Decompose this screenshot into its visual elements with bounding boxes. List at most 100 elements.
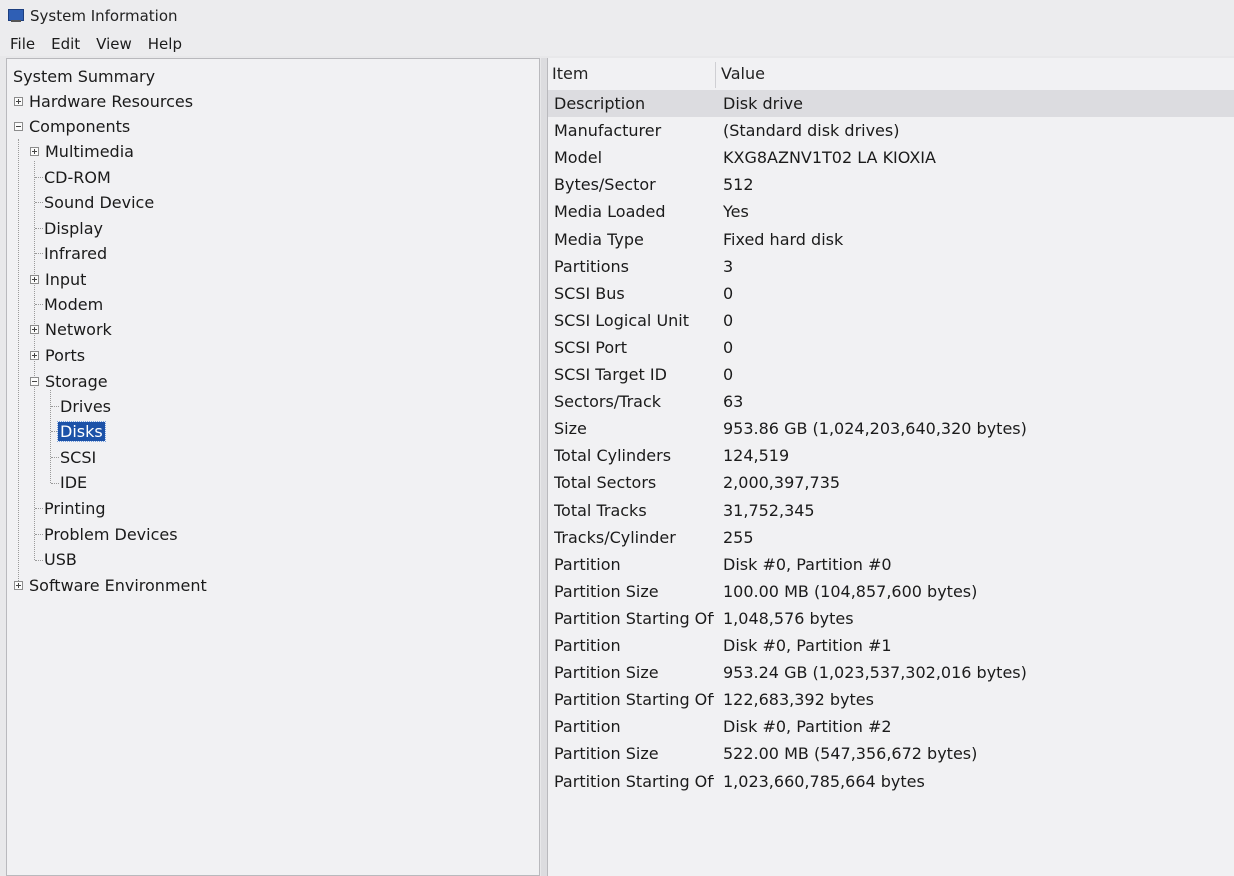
table-row[interactable]: Total Tracks 31,752,345 <box>548 497 1234 524</box>
row-item-cell: Total Cylinders <box>554 446 672 466</box>
tree-item-printing[interactable]: Printing <box>44 498 106 520</box>
tree-item-input[interactable]: Input <box>29 269 86 291</box>
row-item-cell: Sectors/Track <box>554 392 662 412</box>
table-row[interactable]: Media Type Fixed hard disk <box>548 226 1234 253</box>
row-item-cell: Partition <box>554 636 621 655</box>
row-item-cell: SCSI Target ID <box>554 365 667 384</box>
table-row[interactable]: Partition Size 522.00 MB (547,356,672 byt… <box>548 740 1234 767</box>
tree-item-multimedia[interactable]: Multimedia <box>29 141 134 163</box>
expand-plus-icon[interactable] <box>14 97 23 106</box>
menu-bar: File Edit View Help <box>0 32 1234 56</box>
row-item-cell: Total Sectors <box>554 473 657 493</box>
tree-connector <box>35 253 43 254</box>
tree-item-storage[interactable]: Storage <box>29 371 108 393</box>
collapse-minus-icon[interactable] <box>30 377 39 386</box>
row-value-cell: 100.00 MB (104,857,600 bytes) <box>723 581 978 601</box>
table-row[interactable]: Partition Size 953.24 GB (1,023,537,302,0… <box>548 659 1234 686</box>
tree-item-drives[interactable]: Drives <box>60 396 111 418</box>
table-row[interactable]: Partition Starting Off... 122,683,392 byt… <box>548 686 1234 713</box>
expand-plus-icon[interactable] <box>14 581 23 590</box>
table-row[interactable]: Partition Disk #0, Partition #1 <box>548 632 1234 659</box>
row-value-cell: (Standard disk drives) <box>723 121 900 141</box>
table-row[interactable]: Total Cylinders 124,519 <box>548 442 1234 469</box>
tree-item-hardware-resources[interactable]: Hardware Resources <box>13 91 193 113</box>
table-row[interactable]: Partition Disk #0, Partition #2 <box>548 713 1234 740</box>
table-row[interactable]: Sectors/Track 63 <box>548 388 1234 415</box>
tree-connector <box>51 406 59 407</box>
tree-item-label: Sound Device <box>44 193 155 212</box>
row-value-cell: 63 <box>723 392 744 412</box>
menu-help[interactable]: Help <box>142 35 188 53</box>
tree-item-components[interactable]: Components <box>13 116 130 138</box>
column-header-value[interactable]: Value <box>721 58 765 90</box>
table-row[interactable]: Total Sectors 2,000,397,735 <box>548 469 1234 496</box>
row-value-cell: 522.00 MB (547,356,672 bytes) <box>723 744 978 764</box>
tree-item-usb[interactable]: USB <box>44 549 77 571</box>
row-value-cell: 124,519 <box>723 446 790 466</box>
table-row[interactable]: Tracks/Cylinder 255 <box>548 524 1234 551</box>
table-row[interactable]: SCSI Logical Unit 0 <box>548 307 1234 334</box>
tree-item-scsi[interactable]: SCSI <box>60 447 96 469</box>
tree-item-ide[interactable]: IDE <box>60 472 87 494</box>
table-row[interactable]: Manufacturer (Standard disk drives) <box>548 117 1234 144</box>
table-row[interactable]: SCSI Port 0 <box>548 334 1234 361</box>
tree-item-system-summary[interactable]: System Summary <box>13 66 155 88</box>
row-item-cell: Partitions <box>554 256 630 276</box>
row-value-cell: 1,048,576 bytes <box>723 608 854 628</box>
table-row[interactable]: Partition Disk #0, Partition #0 <box>548 551 1234 578</box>
menu-edit[interactable]: Edit <box>45 35 86 53</box>
table-row[interactable]: Partition Size 100.00 MB (104,857,600 byt… <box>548 578 1234 605</box>
tree-item-software-environment[interactable]: Software Environment <box>13 575 207 597</box>
table-row[interactable]: Partition Starting Off... 1,048,576 bytes <box>548 605 1234 632</box>
row-item-cell: Partition <box>554 554 621 574</box>
table-row[interactable]: Media Loaded Yes <box>548 198 1234 225</box>
tree-item-label: System Summary <box>13 67 156 86</box>
table-row[interactable]: Description Disk drive <box>548 90 1234 117</box>
table-row[interactable]: SCSI Target ID 0 <box>548 361 1234 388</box>
category-tree[interactable]: System Summary Hardware Resources Compon… <box>6 58 540 876</box>
row-value-cell: 0 <box>723 365 734 384</box>
tree-item-label: Input <box>45 270 87 289</box>
row-item-cell: Total Tracks <box>554 500 647 520</box>
table-row[interactable]: Size 953.86 GB (1,024,203,640,320 bytes) <box>548 415 1234 442</box>
row-item-cell: Model <box>554 148 603 168</box>
tree-item-sound-device[interactable]: Sound Device <box>44 192 154 214</box>
row-value-cell: 953.86 GB (1,024,203,640,320 bytes) <box>723 419 1027 439</box>
tree-item-cd-rom[interactable]: CD-ROM <box>44 167 111 189</box>
expand-plus-icon[interactable] <box>30 275 39 284</box>
row-item-cell: Manufacturer <box>554 121 662 141</box>
tree-item-problem-devices[interactable]: Problem Devices <box>44 524 178 546</box>
table-row[interactable]: Partition Starting Off... 1,023,660,785,6… <box>548 768 1234 795</box>
tree-connector <box>35 177 43 178</box>
tree-item-infrared[interactable]: Infrared <box>44 243 107 265</box>
row-value-cell: 0 <box>723 310 734 330</box>
tree-item-modem[interactable]: Modem <box>44 294 103 316</box>
tree-connector <box>51 483 59 484</box>
collapse-minus-icon[interactable] <box>14 122 23 131</box>
expand-plus-icon[interactable] <box>30 325 39 334</box>
details-list[interactable]: Item Value Description Disk drive Manufact… <box>547 58 1234 876</box>
tree-item-disks[interactable]: Disks <box>57 421 106 443</box>
table-row[interactable]: Bytes/Sector 512 <box>548 171 1234 198</box>
tree-item-ports[interactable]: Ports <box>29 345 85 367</box>
menu-view[interactable]: View <box>90 35 138 53</box>
tree-item-label: Components <box>29 117 131 136</box>
row-item-cell: Bytes/Sector <box>554 175 656 195</box>
tree-item-label: SCSI <box>60 448 97 467</box>
menu-file[interactable]: File <box>4 35 41 53</box>
expand-plus-icon[interactable] <box>30 351 39 360</box>
tree-item-label: Modem <box>44 295 104 314</box>
table-row[interactable]: SCSI Bus 0 <box>548 280 1234 307</box>
expand-plus-icon[interactable] <box>30 147 39 156</box>
tree-item-network[interactable]: Network <box>29 319 112 341</box>
table-row[interactable]: Model KXG8AZNV1T02 LA KIOXIA <box>548 144 1234 171</box>
tree-item-display[interactable]: Display <box>44 218 103 240</box>
table-row[interactable]: Partitions 3 <box>548 253 1234 280</box>
tree-connector <box>35 560 43 561</box>
column-divider[interactable] <box>715 62 716 88</box>
column-header-item[interactable]: Item <box>552 58 588 90</box>
row-item-cell: Description <box>554 94 646 113</box>
tree-connector <box>35 304 43 305</box>
row-item-cell: Partition Size <box>554 744 659 764</box>
tree-connector <box>35 202 43 203</box>
